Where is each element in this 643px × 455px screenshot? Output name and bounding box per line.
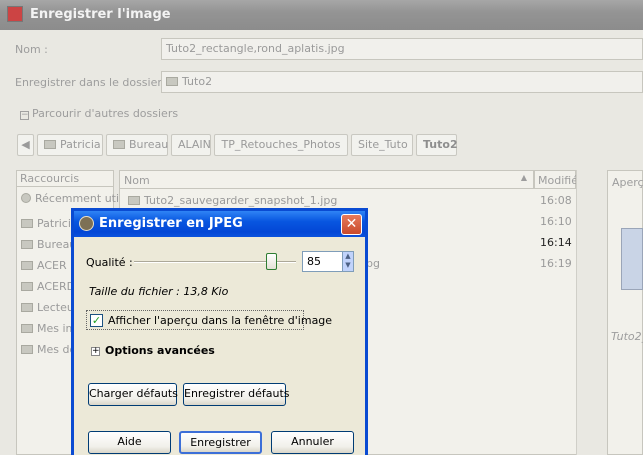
file-row[interactable]: Tuto2_sauvegarder_snapshot_1.jpg bbox=[128, 194, 337, 207]
quality-spin-buttons[interactable]: ▲ ▼ bbox=[342, 251, 354, 272]
breadcrumb-bureau[interactable]: Bureau bbox=[106, 134, 168, 156]
breadcrumb-site-tuto[interactable]: Site_Tuto bbox=[351, 134, 413, 156]
browse-label: Parcourir d'autres dossiers bbox=[32, 107, 179, 120]
gimp-app-icon bbox=[7, 6, 23, 22]
load-defaults-button[interactable]: Charger défauts bbox=[88, 383, 178, 406]
preview-caption: Tuto2_ bbox=[611, 330, 643, 343]
folder-label: Enregistrer dans le dossier : bbox=[15, 76, 170, 89]
preview-label: Aperçu bbox=[612, 176, 643, 189]
save-button[interactable]: Enregistrer bbox=[179, 431, 262, 454]
place-label: ACERD bbox=[37, 280, 76, 293]
recent-icon bbox=[21, 193, 31, 203]
quality-label: Qualité : bbox=[86, 256, 133, 269]
browse-folders-expander[interactable]: − Parcourir d'autres dossiers bbox=[20, 107, 178, 120]
place-acer[interactable]: ACER ( bbox=[21, 259, 74, 272]
folder-icon bbox=[21, 324, 33, 333]
folder-icon bbox=[166, 77, 178, 86]
breadcrumb-alain[interactable]: ALAIN bbox=[171, 134, 211, 156]
save-dialog-title: Enregistrer l'image bbox=[30, 7, 171, 22]
file-name: Tuto2_sauvegarder_snapshot_1.jpg bbox=[144, 194, 338, 207]
quality-spinbox[interactable]: 85 bbox=[302, 251, 344, 272]
file-time: 16:10 bbox=[540, 215, 572, 228]
place-mes-documents[interactable]: Mes do bbox=[21, 343, 76, 356]
preview-panel bbox=[607, 170, 643, 455]
quality-value: 85 bbox=[307, 255, 321, 268]
jpeg-export-dialog: Enregistrer en JPEG ✕ Qualité : 85 ▲ ▼ Ta… bbox=[71, 208, 368, 455]
filename-input[interactable]: Tuto2_rectangle,rond_aplatis.jpg bbox=[161, 38, 643, 60]
drive-icon bbox=[21, 303, 33, 312]
name-label: Nom : bbox=[15, 43, 48, 56]
breadcrumb-back-button[interactable]: ◀ bbox=[17, 134, 34, 156]
image-file-icon bbox=[128, 196, 140, 205]
gimp-icon bbox=[79, 216, 94, 231]
file-time: 16:08 bbox=[540, 194, 572, 207]
quality-slider-thumb[interactable] bbox=[266, 253, 277, 270]
help-button[interactable]: Aide bbox=[88, 431, 171, 454]
place-bureau[interactable]: Bureau bbox=[21, 238, 76, 251]
jpeg-dialog-title: Enregistrer en JPEG bbox=[99, 216, 243, 231]
column-name-label: Nom bbox=[124, 174, 150, 187]
save-defaults-button[interactable]: Enregistrer défauts bbox=[183, 383, 290, 406]
drive-icon bbox=[21, 261, 33, 270]
expand-icon[interactable]: + bbox=[91, 347, 100, 356]
sort-up-icon: ▲ bbox=[520, 173, 527, 182]
save-dialog-titlebar: Enregistrer l'image bbox=[0, 0, 643, 30]
folder-icon bbox=[113, 140, 125, 149]
collapse-icon: − bbox=[20, 110, 29, 120]
places-header: Raccourcis bbox=[16, 170, 114, 187]
file-time: 16:19 bbox=[540, 257, 572, 270]
column-header-name[interactable]: Nom ▲ bbox=[119, 170, 534, 189]
preview-thumbnail bbox=[621, 228, 643, 290]
folder-icon bbox=[21, 219, 33, 228]
folder-icon bbox=[21, 240, 33, 249]
column-header-modified[interactable]: Modifié bbox=[534, 170, 578, 189]
breadcrumb-tp-retouches[interactable]: TP_Retouches_Photos bbox=[214, 134, 348, 156]
place-acerd[interactable]: ACERD bbox=[21, 280, 75, 293]
breadcrumb-patricia[interactable]: Patricia bbox=[37, 134, 103, 156]
drive-icon bbox=[21, 282, 33, 291]
place-lecteur[interactable]: Lecteur bbox=[21, 301, 78, 314]
place-patricia[interactable]: Patricia bbox=[21, 217, 78, 230]
advanced-options-expander[interactable]: Options avancées bbox=[105, 344, 215, 357]
save-folder-value: Tuto2 bbox=[182, 75, 213, 88]
quality-label-text: Qualité : bbox=[86, 256, 133, 269]
file-time: 16:14 bbox=[540, 236, 572, 249]
preview-checkbox-label: Afficher l'aperçu dans la fenêtre d'imag… bbox=[108, 314, 333, 327]
preview-checkbox[interactable]: ✓ bbox=[90, 314, 103, 327]
breadcrumb-label: Bureau bbox=[129, 138, 169, 151]
folder-icon bbox=[44, 140, 56, 149]
save-folder-combo[interactable]: Tuto2 bbox=[161, 71, 643, 93]
place-label: Récemment utili bbox=[35, 192, 126, 205]
breadcrumb-tuto2[interactable]: Tuto2 bbox=[416, 134, 458, 156]
folder-icon bbox=[21, 345, 33, 354]
breadcrumb-label: Patricia bbox=[60, 138, 101, 151]
cancel-button[interactable]: Annuler bbox=[271, 431, 354, 454]
files-scrollbar[interactable] bbox=[576, 170, 594, 455]
file-size-label: Taille du fichier : 13,8 Kio bbox=[89, 285, 229, 298]
file-row[interactable]: pg bbox=[366, 257, 380, 270]
place-label: ACER ( bbox=[37, 259, 75, 272]
place-recent[interactable]: Récemment utili bbox=[21, 192, 125, 205]
close-button[interactable]: ✕ bbox=[341, 214, 362, 235]
jpeg-dialog-titlebar: Enregistrer en JPEG bbox=[74, 211, 365, 237]
